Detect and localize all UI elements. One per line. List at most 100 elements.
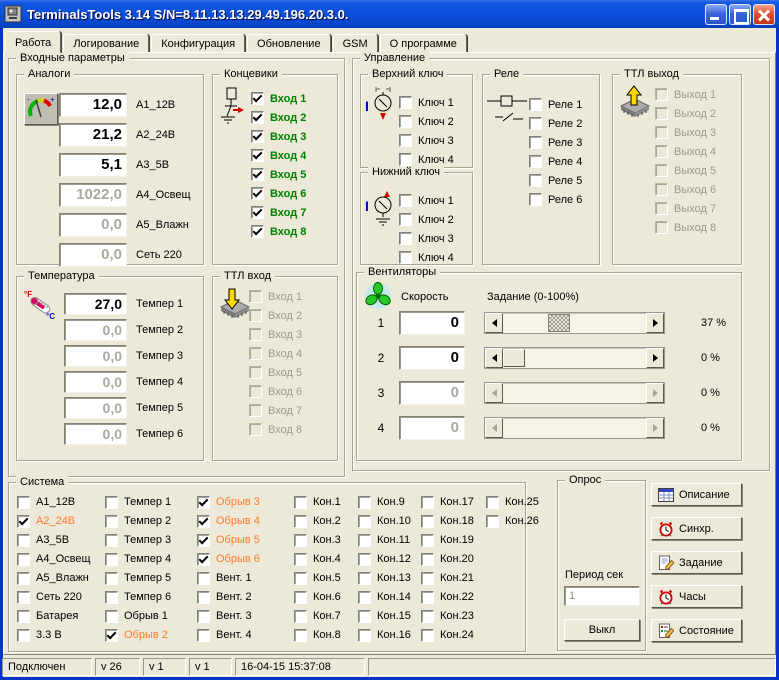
ttl-input-checkbox[interactable] <box>249 290 262 303</box>
poll-off-button[interactable]: Выкл <box>564 619 640 641</box>
limit-switch-checkbox[interactable] <box>251 225 264 238</box>
system-checkbox[interactable] <box>105 609 118 623</box>
upper-key-checkbox[interactable] <box>399 153 412 166</box>
system-checkbox[interactable] <box>294 533 307 547</box>
ttl-output-checkbox[interactable] <box>655 88 668 101</box>
system-checkbox[interactable] <box>421 571 434 585</box>
relay-checkbox[interactable] <box>529 117 542 130</box>
sync-button[interactable]: Синхр. <box>651 517 742 540</box>
fan-setpoint-slider[interactable] <box>484 347 665 369</box>
system-checkbox[interactable] <box>486 514 499 528</box>
system-checkbox[interactable] <box>197 533 210 547</box>
tab[interactable]: GSM <box>332 34 378 53</box>
ttl-input-checkbox[interactable] <box>249 423 262 436</box>
system-checkbox[interactable] <box>197 628 210 642</box>
system-checkbox[interactable] <box>17 533 30 547</box>
relay-checkbox[interactable] <box>529 155 542 168</box>
system-checkbox[interactable] <box>105 533 118 547</box>
slider-right-arrow[interactable] <box>646 383 664 403</box>
lower-key-checkbox[interactable] <box>399 194 412 207</box>
system-checkbox[interactable] <box>197 571 210 585</box>
ttl-input-checkbox[interactable] <box>249 366 262 379</box>
slider-thumb[interactable] <box>547 314 570 332</box>
ttl-output-checkbox[interactable] <box>655 202 668 215</box>
relay-checkbox[interactable] <box>529 193 542 206</box>
slider-left-arrow[interactable] <box>485 348 503 368</box>
system-checkbox[interactable] <box>294 609 307 623</box>
system-checkbox[interactable] <box>105 495 118 509</box>
limit-switch-checkbox[interactable] <box>251 92 264 105</box>
slider-right-arrow[interactable] <box>646 348 664 368</box>
tab[interactable]: Конфигурация <box>151 34 246 53</box>
temperature-value-field[interactable]: 0,0 <box>64 423 127 445</box>
slider-left-arrow[interactable] <box>485 383 503 403</box>
temperature-value-field[interactable]: 0,0 <box>64 371 127 393</box>
system-checkbox[interactable] <box>421 628 434 642</box>
analog-value-field[interactable]: 12,0 <box>59 93 127 117</box>
fan-setpoint-slider[interactable] <box>484 312 665 334</box>
system-checkbox[interactable] <box>358 590 371 604</box>
temperature-value-field[interactable]: 0,0 <box>64 345 127 367</box>
system-checkbox[interactable] <box>421 590 434 604</box>
system-checkbox[interactable] <box>421 495 434 509</box>
upper-key-checkbox[interactable] <box>399 115 412 128</box>
ttl-output-checkbox[interactable] <box>655 145 668 158</box>
system-checkbox[interactable] <box>17 552 30 566</box>
ttl-output-checkbox[interactable] <box>655 107 668 120</box>
slider-thumb[interactable] <box>503 349 525 367</box>
slider-left-arrow[interactable] <box>485 418 503 438</box>
system-checkbox[interactable] <box>105 628 118 642</box>
ttl-output-checkbox[interactable] <box>655 183 668 196</box>
slider-right-arrow[interactable] <box>646 313 664 333</box>
system-checkbox[interactable] <box>105 552 118 566</box>
system-checkbox[interactable] <box>421 514 434 528</box>
system-checkbox[interactable] <box>17 609 30 623</box>
system-checkbox[interactable] <box>294 552 307 566</box>
ttl-input-checkbox[interactable] <box>249 347 262 360</box>
ttl-output-checkbox[interactable] <box>655 221 668 234</box>
analog-value-field[interactable]: 5,1 <box>59 153 127 177</box>
ttl-input-checkbox[interactable] <box>249 328 262 341</box>
setpoint-button[interactable]: Задание <box>651 551 742 574</box>
upper-key-checkbox[interactable] <box>399 96 412 109</box>
system-checkbox[interactable] <box>197 514 210 528</box>
analog-value-field[interactable]: 0,0 <box>59 243 127 267</box>
system-checkbox[interactable] <box>197 590 210 604</box>
ttl-output-checkbox[interactable] <box>655 164 668 177</box>
ttl-input-checkbox[interactable] <box>249 309 262 322</box>
state-button[interactable]: Состояние <box>651 619 742 642</box>
tab[interactable]: Обновление <box>247 34 331 53</box>
lower-key-checkbox[interactable] <box>399 213 412 226</box>
system-checkbox[interactable] <box>105 514 118 528</box>
tab[interactable]: О программе <box>379 34 467 53</box>
fan-setpoint-slider[interactable] <box>484 382 665 404</box>
fan-speed-field[interactable]: 0 <box>399 416 465 440</box>
clock-button[interactable]: Часы <box>651 585 742 608</box>
system-checkbox[interactable] <box>105 590 118 604</box>
temperature-value-field[interactable]: 0,0 <box>64 319 127 341</box>
slider-left-arrow[interactable] <box>485 313 503 333</box>
minimize-button[interactable] <box>705 3 727 25</box>
system-checkbox[interactable] <box>421 533 434 547</box>
lower-key-checkbox[interactable] <box>399 232 412 245</box>
system-checkbox[interactable] <box>17 590 30 604</box>
system-checkbox[interactable] <box>17 628 30 642</box>
slider-right-arrow[interactable] <box>646 418 664 438</box>
limit-switch-checkbox[interactable] <box>251 187 264 200</box>
system-checkbox[interactable] <box>294 495 307 509</box>
poll-period-input[interactable]: 1 <box>564 586 640 606</box>
system-checkbox[interactable] <box>358 628 371 642</box>
system-checkbox[interactable] <box>294 628 307 642</box>
relay-checkbox[interactable] <box>529 174 542 187</box>
fan-setpoint-slider[interactable] <box>484 417 665 439</box>
description-button[interactable]: Описание <box>651 483 742 506</box>
fan-speed-field[interactable]: 0 <box>399 346 465 370</box>
limit-switch-checkbox[interactable] <box>251 111 264 124</box>
system-checkbox[interactable] <box>197 609 210 623</box>
analog-value-field[interactable]: 0,0 <box>59 213 127 237</box>
system-checkbox[interactable] <box>17 571 30 585</box>
system-checkbox[interactable] <box>486 495 499 509</box>
tab[interactable]: Работа <box>5 31 62 53</box>
maximize-button[interactable] <box>729 3 751 25</box>
system-checkbox[interactable] <box>294 514 307 528</box>
